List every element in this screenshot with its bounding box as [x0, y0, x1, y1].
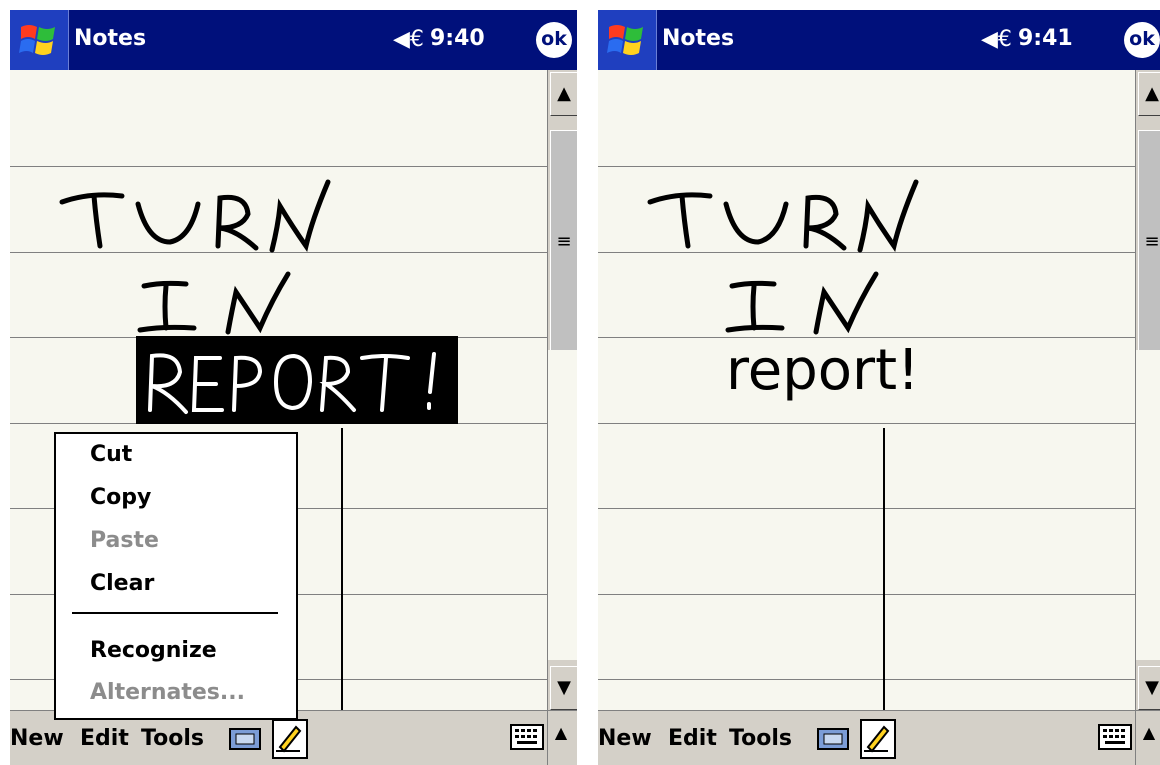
title-bar: Notes ◀€ 9:40 ok — [10, 10, 577, 70]
up-arrow-icon[interactable]: ▲ — [550, 723, 572, 753]
keyboard-icon[interactable] — [1098, 724, 1132, 750]
recognized-text[interactable]: report! — [726, 338, 919, 403]
scroll-track[interactable] — [548, 350, 577, 660]
scroll-down-button[interactable]: ▼ — [550, 666, 577, 710]
menu-tools[interactable]: Tools — [729, 726, 792, 751]
scroll-down-button[interactable]: ▼ — [1138, 666, 1160, 710]
scroll-thumb[interactable]: ≡ — [550, 130, 577, 354]
menu-tools[interactable]: Tools — [141, 726, 204, 751]
writing-cursor — [883, 428, 885, 710]
menu-edit[interactable]: Edit — [80, 726, 129, 751]
writing-cursor — [341, 428, 343, 710]
start-button[interactable] — [598, 10, 657, 70]
windows-flag-icon — [607, 25, 643, 55]
menubar-divider — [1135, 711, 1136, 765]
menu-item-copy[interactable]: Copy — [90, 485, 151, 510]
vertical-scrollbar[interactable]: ▲ ≡ ▼ — [547, 70, 577, 710]
menu-item-recognize[interactable]: Recognize — [90, 638, 217, 663]
title-bar: Notes ◀€ 9:41 ok — [598, 10, 1160, 70]
scroll-track[interactable] — [1136, 350, 1160, 660]
notes-screen-left: Notes ◀€ 9:40 ok ▲ ≡ ▼ Cut Copy Paste Cl… — [10, 10, 577, 765]
menu-item-clear[interactable]: Clear — [90, 571, 154, 596]
start-button[interactable] — [10, 10, 69, 70]
notes-screen-right: Notes ◀€ 9:41 ok report! ▲ ≡ ▼ New Edit … — [598, 10, 1160, 765]
menu-edit[interactable]: Edit — [668, 726, 717, 751]
recorder-icon[interactable] — [229, 728, 261, 750]
menu-separator — [72, 612, 278, 614]
keyboard-icon[interactable] — [510, 724, 544, 750]
speaker-icon[interactable]: ◀€ — [981, 27, 1012, 52]
ok-button[interactable]: ok — [1124, 22, 1160, 58]
menu-item-paste: Paste — [90, 528, 159, 553]
note-writing-area[interactable]: report! — [598, 70, 1135, 710]
app-title: Notes — [662, 26, 735, 51]
up-arrow-icon[interactable]: ▲ — [1138, 723, 1160, 753]
pen-button[interactable] — [272, 719, 308, 759]
context-menu: Cut Copy Paste Clear Recognize Alternate… — [54, 432, 298, 720]
clock[interactable]: 9:40 — [430, 26, 485, 51]
scroll-thumb[interactable]: ≡ — [1138, 130, 1160, 354]
menu-bar: New Edit Tools ▲ — [598, 710, 1160, 765]
menubar-divider — [547, 711, 548, 765]
windows-flag-icon — [19, 25, 55, 55]
menu-new[interactable]: New — [10, 726, 64, 751]
scroll-up-button[interactable]: ▲ — [1138, 72, 1160, 116]
menu-item-alternates: Alternates... — [90, 680, 245, 705]
clock[interactable]: 9:41 — [1018, 26, 1073, 51]
app-title: Notes — [74, 26, 147, 51]
menu-item-cut[interactable]: Cut — [90, 442, 132, 467]
vertical-scrollbar[interactable]: ▲ ≡ ▼ — [1135, 70, 1160, 710]
pen-button[interactable] — [860, 719, 896, 759]
scroll-up-button[interactable]: ▲ — [550, 72, 577, 116]
speaker-icon[interactable]: ◀€ — [393, 27, 424, 52]
pen-icon — [276, 725, 302, 753]
pen-icon — [864, 725, 890, 753]
recorder-icon[interactable] — [817, 728, 849, 750]
menu-new[interactable]: New — [598, 726, 652, 751]
ok-button[interactable]: ok — [536, 22, 572, 58]
